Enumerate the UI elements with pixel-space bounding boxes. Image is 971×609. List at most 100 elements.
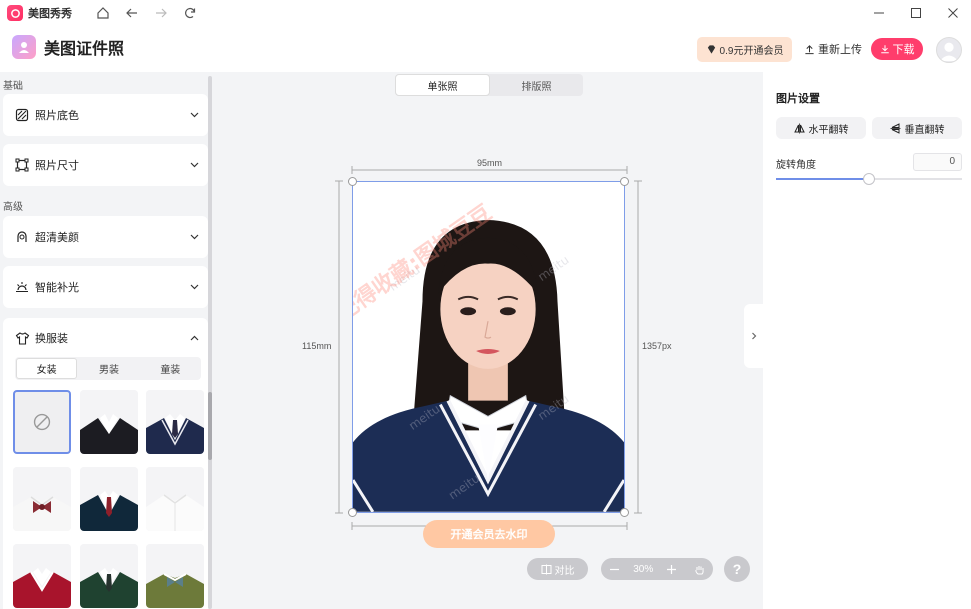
clothes-tile[interactable] — [146, 390, 204, 454]
resize-handle[interactable] — [620, 508, 629, 517]
meitu-logo-icon — [7, 5, 23, 21]
resize-handle[interactable] — [620, 177, 629, 186]
forward-arrow-icon[interactable] — [150, 2, 172, 24]
settings-title: 图片设置 — [776, 93, 820, 105]
clothes-tile[interactable] — [146, 544, 204, 608]
clothes-none-tile[interactable] — [13, 390, 71, 454]
rotation-input[interactable]: 0 — [913, 153, 962, 171]
tab-single-photo[interactable]: 单张照 — [395, 74, 490, 96]
refresh-icon[interactable] — [179, 2, 201, 24]
view-tabs: 单张照 排版照 — [395, 74, 583, 96]
accordion-bg-color[interactable]: 照片底色 — [3, 94, 208, 136]
chevron-down-icon — [190, 234, 199, 240]
chevron-down-icon — [190, 162, 199, 168]
close-icon[interactable] — [934, 0, 971, 26]
chevron-down-icon — [190, 284, 199, 290]
zoom-out-icon[interactable] — [606, 560, 624, 578]
app-name: 美图秀秀 — [28, 8, 72, 20]
accordion-label: 超清美颜 — [35, 232, 79, 244]
help-button[interactable]: ? — [724, 556, 750, 582]
minimize-icon[interactable] — [860, 0, 897, 26]
crop-size-icon — [15, 158, 29, 172]
section-label-advanced: 高级 — [3, 202, 23, 213]
clothes-panel: 换服装 女装 男装 童装 — [3, 318, 208, 609]
chevron-up-icon[interactable] — [189, 333, 200, 344]
download-button[interactable]: 下载 — [871, 38, 923, 60]
clothes-tile[interactable] — [13, 467, 71, 531]
vflip-label: 垂直翻转 — [904, 124, 945, 136]
scrollbar-thumb[interactable] — [208, 392, 212, 460]
upload-icon — [805, 44, 814, 54]
clothes-tile[interactable] — [80, 467, 138, 531]
reupload-button[interactable]: 重新上传 — [804, 41, 862, 57]
clothes-tile[interactable] — [146, 467, 204, 531]
compare-label: 对比 — [554, 565, 575, 577]
tab-kids[interactable]: 童装 — [141, 358, 200, 379]
background-color-icon — [15, 108, 29, 122]
accordion-light[interactable]: 智能补光 — [3, 266, 208, 308]
diamond-icon — [707, 45, 715, 54]
zoom-control: 30% — [601, 558, 713, 580]
horizontal-flip-button[interactable]: 水平翻转 — [776, 117, 866, 139]
compare-icon — [541, 564, 551, 574]
rotation-slider-knob[interactable] — [863, 173, 875, 185]
chevron-down-icon — [190, 112, 199, 118]
width-dimension: 95mm — [476, 158, 502, 168]
zoom-in-icon[interactable] — [663, 560, 681, 578]
accordion-label: 照片尺寸 — [35, 160, 79, 172]
height-dimension: 115mm — [302, 341, 332, 351]
hflip-label: 水平翻转 — [808, 124, 849, 136]
pixel-dimension: 1357px — [642, 341, 672, 351]
tshirt-icon — [15, 331, 30, 345]
vip-label: 0.9元开通会员 — [719, 46, 784, 57]
scrollbar-track[interactable] — [208, 76, 212, 609]
left-panel: 基础 照片底色 照片尺寸 高级 超清美颜 智能补光 换服装 女装 男装 童装 — [0, 72, 215, 609]
id-photo-logo-icon — [12, 35, 36, 59]
accordion-label: 照片底色 — [35, 110, 79, 122]
resize-handle[interactable] — [348, 508, 357, 517]
clothes-title: 换服装 — [35, 333, 68, 345]
header: 美图证件照 0.9元开通会员 重新上传 下载 — [0, 26, 971, 72]
zoom-level: 30% — [633, 563, 654, 575]
maximize-icon[interactable] — [897, 0, 934, 26]
no-clothes-icon — [33, 413, 51, 431]
hand-pan-icon[interactable] — [690, 560, 708, 578]
clothes-header[interactable]: 换服装 — [15, 330, 68, 346]
image-settings-panel: 图片设置 水平翻转 垂直翻转 旋转角度 0 — [763, 72, 971, 609]
face-beauty-icon — [17, 231, 27, 242]
flip-horizontal-icon — [793, 123, 805, 133]
chevron-right-icon — [751, 332, 756, 340]
download-icon — [880, 45, 889, 54]
section-label-basic: 基础 — [3, 81, 23, 92]
page-title: 美图证件照 — [44, 41, 125, 58]
portrait-image: meitu meitu meitu meitu meitu 记得收藏:图城豆豆 — [353, 182, 624, 512]
download-label: 下载 — [892, 44, 915, 56]
home-icon[interactable] — [92, 2, 114, 24]
title-bar: 美图秀秀 — [0, 0, 971, 26]
id-photo-preview[interactable]: meitu meitu meitu meitu meitu 记得收藏:图城豆豆 — [352, 181, 625, 513]
collapse-panel-button[interactable] — [744, 304, 763, 368]
compare-button[interactable]: 对比 — [527, 558, 588, 580]
accordion-beauty[interactable]: 超清美颜 — [3, 216, 208, 258]
accordion-label: 智能补光 — [35, 282, 79, 294]
avatar[interactable] — [936, 37, 962, 63]
vertical-flip-button[interactable]: 垂直翻转 — [872, 117, 962, 139]
tab-layout-photo[interactable]: 排版照 — [490, 74, 583, 96]
tab-women[interactable]: 女装 — [16, 358, 78, 379]
clothes-tile[interactable] — [80, 544, 138, 608]
clothes-tile[interactable] — [13, 544, 71, 608]
rotation-slider-fill — [776, 178, 869, 180]
flip-vertical-icon — [890, 122, 900, 134]
remove-watermark-button[interactable]: 开通会员去水印 — [423, 520, 555, 548]
back-arrow-icon[interactable] — [121, 2, 143, 24]
canvas-area: 单张照 排版照 95mm 115mm 1357px meitu meitu me… — [215, 72, 763, 609]
reupload-label: 重新上传 — [818, 44, 862, 56]
accordion-size[interactable]: 照片尺寸 — [3, 144, 208, 186]
light-bulb-icon — [16, 282, 28, 293]
tab-men[interactable]: 男装 — [79, 358, 138, 379]
rotation-label: 旋转角度 — [776, 160, 816, 171]
clothes-category-tabs: 女装 男装 童装 — [15, 357, 201, 380]
resize-handle[interactable] — [348, 177, 357, 186]
clothes-tile[interactable] — [80, 390, 138, 454]
vip-button[interactable]: 0.9元开通会员 — [697, 37, 792, 62]
